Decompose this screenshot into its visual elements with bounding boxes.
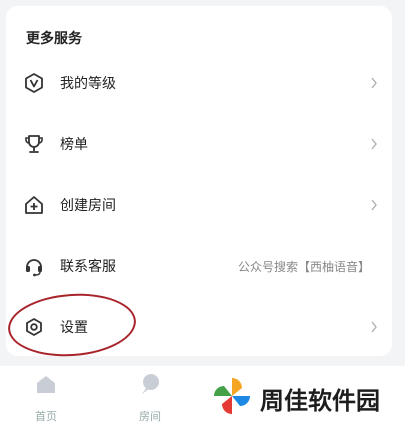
watermark-text: 周佳软件园 xyxy=(260,386,380,415)
section-title: 更多服务 xyxy=(26,31,82,47)
tab-label: 首页 xyxy=(35,410,57,423)
tab-home[interactable]: 首页 xyxy=(16,372,76,423)
service-hint-text: 公众号搜索【西柚语音】 xyxy=(237,259,370,274)
chevron-right-icon xyxy=(368,137,380,151)
level-v-icon xyxy=(22,71,46,95)
pinwheel-logo-icon xyxy=(210,374,254,422)
menu-item-label: 我的等级 xyxy=(60,76,116,92)
home-icon xyxy=(34,372,58,396)
menu-item-label: 创建房间 xyxy=(60,198,116,214)
menu-item-level[interactable]: 我的等级 xyxy=(6,61,392,105)
create-room-icon xyxy=(22,193,46,217)
menu-item-label: 榜单 xyxy=(60,137,88,153)
tab-room[interactable]: 房间 xyxy=(120,372,180,423)
room-icon xyxy=(138,372,162,396)
trophy-icon xyxy=(22,132,46,156)
menu-item-customer-service[interactable]: 联系客服 公众号搜索【西柚语音】 xyxy=(6,244,392,288)
menu-item-create-room[interactable]: 创建房间 xyxy=(6,183,392,227)
tab-label: 房间 xyxy=(139,410,161,423)
menu-item-label: 联系客服 xyxy=(60,259,116,275)
headset-icon xyxy=(22,254,46,278)
chevron-right-icon xyxy=(368,320,380,334)
menu-item-leaderboard[interactable]: 榜单 xyxy=(6,122,392,166)
site-watermark: 周佳软件园 xyxy=(210,376,380,420)
chevron-right-icon xyxy=(368,76,380,90)
chevron-right-icon xyxy=(368,198,380,212)
